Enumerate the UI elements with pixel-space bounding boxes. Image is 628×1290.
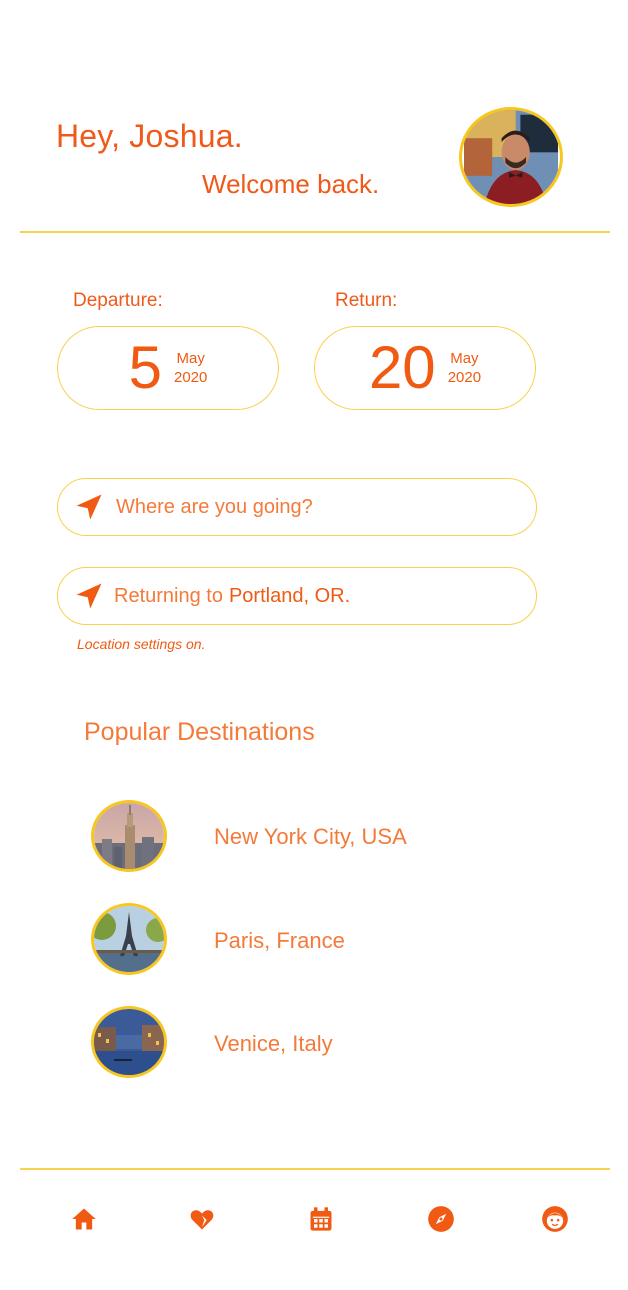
home-icon[interactable]: [70, 1205, 98, 1233]
departure-month: May: [176, 349, 205, 367]
search-placeholder: Where are you going?: [116, 495, 313, 518]
departure-year: 2020: [174, 369, 208, 386]
departure-label: Departure:: [73, 290, 163, 311]
return-month: May: [450, 349, 479, 367]
return-label: Return:: [335, 290, 398, 311]
popular-destinations-title: Popular Destinations: [84, 718, 315, 746]
location-arrow-icon: [76, 583, 102, 609]
returning-prefix: Returning to: [114, 584, 223, 607]
location-arrow-icon: [76, 494, 102, 520]
new-york-skyline-photo: [94, 803, 164, 869]
compass-icon[interactable]: [427, 1205, 455, 1233]
returning-location-input[interactable]: Returning to Portland, OR.: [57, 567, 537, 625]
departure-date-picker[interactable]: 5 May 2020: [57, 326, 279, 410]
return-date-picker[interactable]: 20 May 2020: [314, 326, 536, 410]
return-year: 2020: [447, 369, 482, 386]
destination-label[interactable]: New York City, USA: [214, 824, 407, 850]
header-divider: [20, 231, 610, 233]
eiffel-tower-photo: [94, 906, 164, 972]
departure-day: 5: [128, 334, 162, 401]
new-york-skyline-image[interactable]: [91, 800, 167, 872]
nav-divider: [20, 1168, 610, 1170]
greeting-title: Hey, Joshua.: [56, 118, 243, 154]
venice-canal-photo: [94, 1009, 164, 1075]
destination-search-input[interactable]: Where are you going?: [57, 478, 537, 536]
avatar-photo: [464, 110, 558, 204]
return-day: 20: [368, 334, 436, 401]
welcome-subtitle: Welcome back.: [202, 169, 380, 199]
profile-icon[interactable]: [541, 1205, 569, 1233]
heart-icon[interactable]: [188, 1205, 216, 1233]
avatar[interactable]: [459, 107, 563, 207]
calendar-icon[interactable]: [307, 1205, 335, 1233]
destination-label[interactable]: Paris, France: [214, 928, 345, 954]
venice-canal-image[interactable]: [91, 1006, 167, 1078]
destination-label[interactable]: Venice, Italy: [214, 1031, 333, 1057]
eiffel-tower-image[interactable]: [91, 903, 167, 975]
location-settings-note: Location settings on.: [77, 636, 206, 652]
returning-city: Portland, OR.: [228, 584, 351, 607]
